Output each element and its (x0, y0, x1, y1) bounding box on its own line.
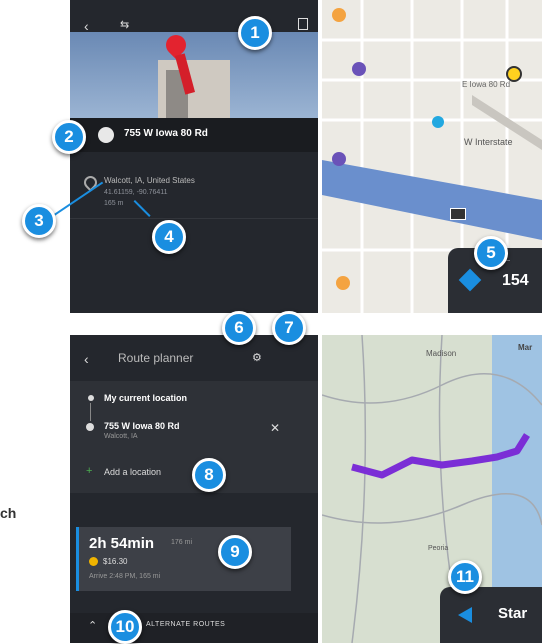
callout-6: 6 (222, 311, 256, 345)
callout-1: 1 (238, 16, 272, 50)
navigation-arrow-icon-2 (458, 607, 472, 623)
alternate-routes-label: ALTERNATE ROUTES (146, 621, 226, 628)
map-label-peoria: Peoria (428, 545, 449, 552)
side-caption: ch (0, 505, 17, 521)
distance-value: 154 (502, 272, 529, 289)
bookmark-icon[interactable] (298, 18, 308, 30)
remove-destination-icon[interactable]: ✕ (270, 421, 280, 435)
coordinates-text[interactable]: 41.61159, -90.76411 (104, 189, 168, 196)
callout-10: 10 (108, 610, 142, 644)
destination-pin-icon-2 (86, 423, 94, 431)
map-view-1[interactable]: E Iowa 80 Rd W Interstate ← 154 (322, 0, 542, 313)
route-distance: 176 mi (171, 539, 193, 546)
share-icon[interactable]: ⇆ (120, 18, 129, 31)
street-label-2: W Interstate (464, 137, 513, 147)
place-photo (70, 30, 318, 118)
highway-shield-icon (450, 208, 466, 220)
poi-orange-icon[interactable] (332, 8, 346, 22)
route-planner-title: Route planner (118, 351, 194, 365)
place-icon (98, 127, 114, 143)
route-duration: 2h 54min (89, 535, 155, 552)
address-row[interactable]: 755 W Iowa 80 Rd (70, 118, 318, 152)
route-option-card[interactable]: 2h 54min 176 mi $16.30 Arrive 2:48 PM, 1… (76, 527, 291, 591)
settings-icon[interactable]: ⚙ (252, 351, 262, 364)
navigation-arrow-icon (458, 268, 482, 292)
add-icon[interactable]: + (86, 465, 92, 477)
callout-9: 9 (218, 535, 252, 569)
poi-orange-icon-2[interactable] (336, 276, 350, 290)
start-button-label: Star (498, 605, 528, 622)
poi-cyan-icon[interactable] (432, 116, 444, 128)
destination-subtext: Walcott, IA (104, 433, 138, 440)
start-navigation-button[interactable]: Star (440, 587, 542, 643)
callout-7: 7 (272, 311, 306, 345)
start-location[interactable]: My current location (104, 393, 187, 403)
route-cost: $16.30 (103, 557, 128, 566)
poi-purple-icon-2[interactable] (332, 152, 346, 166)
extra-info-text: 165 m (104, 200, 124, 207)
location-text: Walcott, IA, United States (104, 176, 195, 185)
callout-11: 11 (448, 560, 482, 594)
chevron-up-icon: ⌃ (88, 620, 98, 632)
callout-8: 8 (192, 458, 226, 492)
map-label-madison: Madison (426, 349, 457, 358)
destination-location[interactable]: 755 W Iowa 80 Rd (104, 421, 180, 431)
route-arrival: Arrive 2:48 PM, 165 mi (89, 573, 161, 580)
route-planner-panel: ‹ Route planner ⚙ My current location 75… (70, 335, 318, 643)
street-label-1: E Iowa 80 Rd (462, 80, 511, 89)
cost-icon (89, 557, 98, 566)
map-label-mar: Mar (518, 343, 533, 352)
address-label: 755 W Iowa 80 Rd (124, 128, 208, 139)
callout-2: 2 (52, 120, 86, 154)
callout-5: 5 (474, 236, 508, 270)
callout-4: 4 (152, 220, 186, 254)
map-view-2[interactable]: Madison Mar Peoria Star (322, 335, 542, 643)
add-location-link[interactable]: Add a location (104, 467, 161, 477)
poi-purple-icon[interactable] (352, 62, 366, 76)
current-location-icon (88, 395, 94, 401)
callout-3: 3 (22, 204, 56, 238)
back-icon-2[interactable]: ‹ (84, 351, 89, 367)
place-details-panel: ‹ ⇆ 755 W Iowa 80 Rd Walcott, IA, United… (70, 0, 318, 313)
